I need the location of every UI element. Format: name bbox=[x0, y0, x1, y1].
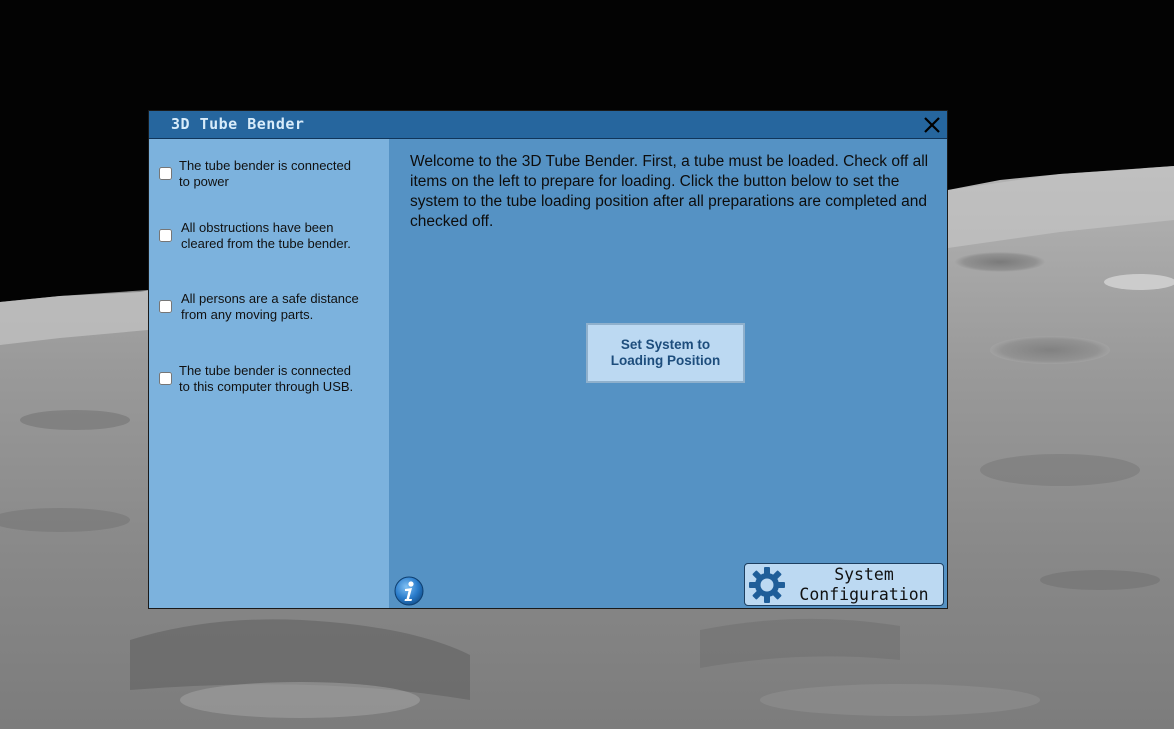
checklist-item-usb: The tube bender is connected to this com… bbox=[159, 363, 381, 397]
obstructions-checkbox[interactable] bbox=[159, 229, 172, 242]
set-loading-position-label: Set System to Loading Position bbox=[610, 337, 721, 368]
checklist-label-power: The tube bender is connected to power bbox=[179, 158, 352, 189]
checklist-item-power: The tube bender is connected to power bbox=[159, 158, 381, 192]
checklist-label-usb: The tube bender is connected to this com… bbox=[179, 363, 354, 394]
desktop-background: 3D Tube Bender The tube bender is connec… bbox=[0, 0, 1174, 729]
power-checkbox[interactable] bbox=[159, 167, 172, 180]
close-icon[interactable] bbox=[921, 114, 943, 136]
set-loading-position-button[interactable]: Set System to Loading Position bbox=[586, 323, 745, 383]
tube-bender-window: 3D Tube Bender The tube bender is connec… bbox=[148, 110, 948, 609]
title-bar[interactable]: 3D Tube Bender bbox=[149, 111, 947, 139]
info-icon[interactable] bbox=[394, 576, 424, 606]
checklist-item-obstructions: All obstructions have been cleared from … bbox=[159, 220, 381, 254]
usb-checkbox[interactable] bbox=[159, 372, 172, 385]
preparation-checklist: The tube bender is connected to power Al… bbox=[149, 139, 389, 608]
window-title: 3D Tube Bender bbox=[171, 115, 305, 133]
gear-icon bbox=[749, 567, 785, 603]
main-panel: Welcome to the 3D Tube Bender. First, a … bbox=[390, 139, 947, 608]
checklist-label-obstructions: All obstructions have been cleared from … bbox=[181, 220, 351, 251]
system-configuration-label: System Configuration bbox=[799, 565, 929, 604]
system-configuration-button[interactable]: System Configuration bbox=[744, 563, 944, 606]
safe-distance-checkbox[interactable] bbox=[159, 300, 172, 313]
welcome-message: Welcome to the 3D Tube Bender. First, a … bbox=[410, 153, 929, 230]
checklist-item-safe-distance: All persons are a safe distance from any… bbox=[159, 291, 381, 325]
checklist-label-safe-distance: All persons are a safe distance from any… bbox=[181, 291, 359, 322]
